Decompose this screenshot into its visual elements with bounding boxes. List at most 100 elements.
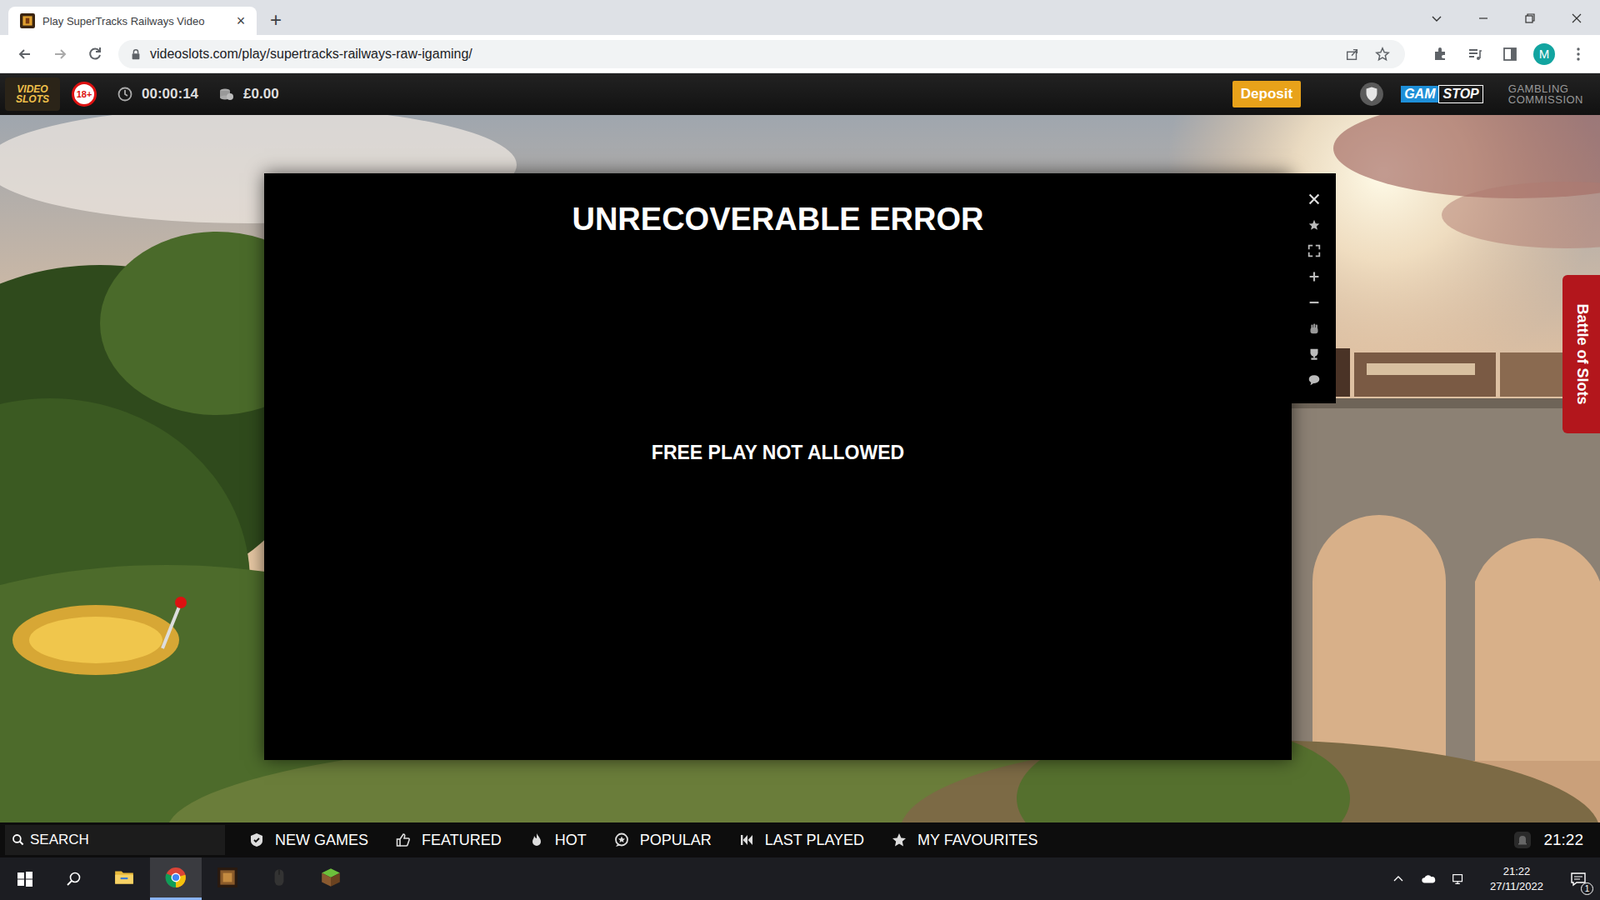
- error-message: FREE PLAY NOT ALLOWED: [651, 441, 905, 465]
- minecraft-icon: [320, 866, 342, 889]
- game-launcher-icon: [216, 866, 239, 889]
- search-placeholder: SEARCH: [30, 831, 90, 849]
- fullscreen-icon[interactable]: [1306, 243, 1322, 259]
- deposit-button[interactable]: Deposit: [1232, 80, 1301, 108]
- popular-bubble-icon: [613, 831, 630, 849]
- tab-close-button[interactable]: ×: [233, 12, 249, 30]
- bottom-nav: SEARCH NEW GAMES FEATURED HOT POPULAR LAST PL…: [0, 822, 1600, 858]
- nav-item[interactable]: LAST PLAYED: [738, 831, 865, 850]
- notification-count: 1: [1580, 882, 1594, 895]
- tab-search-icon[interactable]: [1430, 11, 1444, 25]
- last-played-icon: [738, 831, 755, 849]
- game-toolbar: [1291, 173, 1336, 404]
- trophy-icon[interactable]: [1306, 346, 1322, 362]
- gamstop-stop: STOP: [1438, 85, 1483, 104]
- tray-overflow-icon[interactable]: [1390, 872, 1406, 886]
- nav-label: HOT: [555, 831, 587, 850]
- coins-icon: [218, 85, 235, 103]
- favourite-star-icon[interactable]: [1306, 217, 1322, 233]
- share-icon[interactable]: [1345, 46, 1360, 62]
- clock-icon: [116, 85, 134, 103]
- menu-icon[interactable]: [1570, 45, 1587, 63]
- taskbar-clock[interactable]: 21:2227/11/2022: [1473, 857, 1560, 900]
- favicon-icon: [20, 13, 35, 29]
- nav-item[interactable]: FEATURED: [395, 831, 502, 850]
- gamstop-gam: GAM: [1400, 85, 1439, 103]
- side-panel-icon[interactable]: [1501, 45, 1519, 63]
- site-header: VIDEOSLOTS18+00:00:14£0.00DepositGAMSTOP…: [0, 73, 1600, 115]
- game-page: UNRECOVERABLE ERROR FREE PLAY NOT ALLOWED…: [0, 115, 1600, 823]
- close-icon[interactable]: [1306, 191, 1322, 207]
- search-icon: [65, 870, 83, 888]
- nav-label: POPULAR: [640, 831, 712, 850]
- forward-icon[interactable]: [51, 45, 69, 63]
- flame-icon: [528, 831, 545, 849]
- nav-item[interactable]: POPULAR: [613, 831, 712, 850]
- url-text: videoslots.com/play/supertracks-railways…: [150, 46, 473, 62]
- regulator-line: COMMISSION: [1508, 94, 1584, 105]
- taskbar: 21:2227/11/2022 1: [0, 857, 1600, 900]
- chat-icon[interactable]: [1306, 372, 1322, 388]
- tab-strip: Play SuperTracks Railways Video× +: [0, 0, 1600, 35]
- nav-label: LAST PLAYED: [765, 831, 865, 850]
- battle-of-slots-tab[interactable]: Battle of Slots: [1562, 275, 1600, 434]
- nav-label: NEW GAMES: [275, 831, 369, 850]
- clock-time: 21:22: [1503, 864, 1531, 880]
- zoom-out-icon[interactable]: [1306, 295, 1322, 310]
- close-window-icon[interactable]: [1570, 11, 1584, 25]
- nav-item[interactable]: NEW GAMES: [248, 831, 369, 850]
- minimize-icon[interactable]: [1476, 11, 1490, 25]
- search-field[interactable]: SEARCH: [5, 825, 225, 855]
- browser-tab[interactable]: Play SuperTracks Railways Video×: [8, 6, 257, 35]
- age-badge: 18+: [71, 81, 97, 107]
- network-icon[interactable]: [1450, 872, 1466, 886]
- game-frame[interactable]: UNRECOVERABLE ERROR FREE PLAY NOT ALLOWED: [264, 173, 1292, 760]
- mouse-app-icon: [268, 866, 290, 889]
- media-control-icon[interactable]: [1466, 45, 1484, 63]
- gamstop-logo[interactable]: GAMSTOP: [1400, 85, 1484, 104]
- logo-word: SLOTS: [15, 94, 50, 105]
- taskbar-app[interactable]: [253, 857, 305, 900]
- url-field[interactable]: videoslots.com/play/supertracks-railways…: [118, 40, 1405, 69]
- file-explorer-icon: [113, 866, 135, 889]
- search-icon: [11, 833, 25, 847]
- onedrive-cloud-icon[interactable]: [1420, 872, 1436, 886]
- taskbar-app[interactable]: [150, 857, 202, 900]
- clock-date: 27/11/2022: [1490, 879, 1544, 895]
- nav-label: FEATURED: [421, 831, 502, 850]
- start-button[interactable]: [0, 857, 50, 900]
- zoom-in-icon[interactable]: [1306, 269, 1322, 285]
- toolbar: videoslots.com/play/supertracks-railways…: [0, 35, 1600, 74]
- taskbar-search-button[interactable]: [49, 857, 99, 900]
- new-tab-button[interactable]: +: [270, 10, 282, 30]
- nav-item[interactable]: HOT: [528, 831, 587, 850]
- site-logo[interactable]: VIDEOSLOTS: [5, 77, 60, 111]
- screen: Play SuperTracks Railways Video× + videosl…: [0, 0, 1600, 900]
- taskbar-app[interactable]: [201, 857, 254, 900]
- chrome-icon: [165, 866, 187, 889]
- logo-word: VIDEO: [16, 84, 48, 95]
- profile-avatar[interactable]: M: [1533, 43, 1555, 65]
- restore-icon[interactable]: [1523, 11, 1537, 25]
- taskbar-app[interactable]: [305, 857, 357, 900]
- gambling-commission-logo[interactable]: GAMBLINGCOMMISSION: [1508, 83, 1584, 105]
- extensions-icon[interactable]: [1431, 45, 1449, 63]
- nav-label: MY FAVOURITES: [917, 831, 1038, 850]
- windows-logo-icon: [16, 870, 34, 888]
- lock-icon: [130, 48, 142, 60]
- side-tab-label: Battle of Slots: [1572, 303, 1590, 405]
- taskbar-app[interactable]: [98, 857, 150, 900]
- safety-shield-icon[interactable]: [1359, 81, 1385, 107]
- reload-icon[interactable]: [86, 45, 104, 63]
- thumbs-up-icon: [395, 831, 412, 849]
- hand-icon[interactable]: [1306, 320, 1322, 336]
- session-time: 00:00:14: [141, 85, 199, 103]
- error-title: UNRECOVERABLE ERROR: [571, 201, 984, 238]
- game-container: UNRECOVERABLE ERROR FREE PLAY NOT ALLOWED: [0, 115, 1600, 760]
- action-center-button[interactable]: 1: [1560, 857, 1597, 900]
- nav-item[interactable]: MY FAVOURITES: [890, 831, 1038, 850]
- notifications-icon[interactable]: [1513, 830, 1532, 850]
- back-icon[interactable]: [16, 45, 34, 63]
- new-games-icon: [248, 831, 265, 849]
- bookmark-star-icon[interactable]: [1375, 46, 1390, 62]
